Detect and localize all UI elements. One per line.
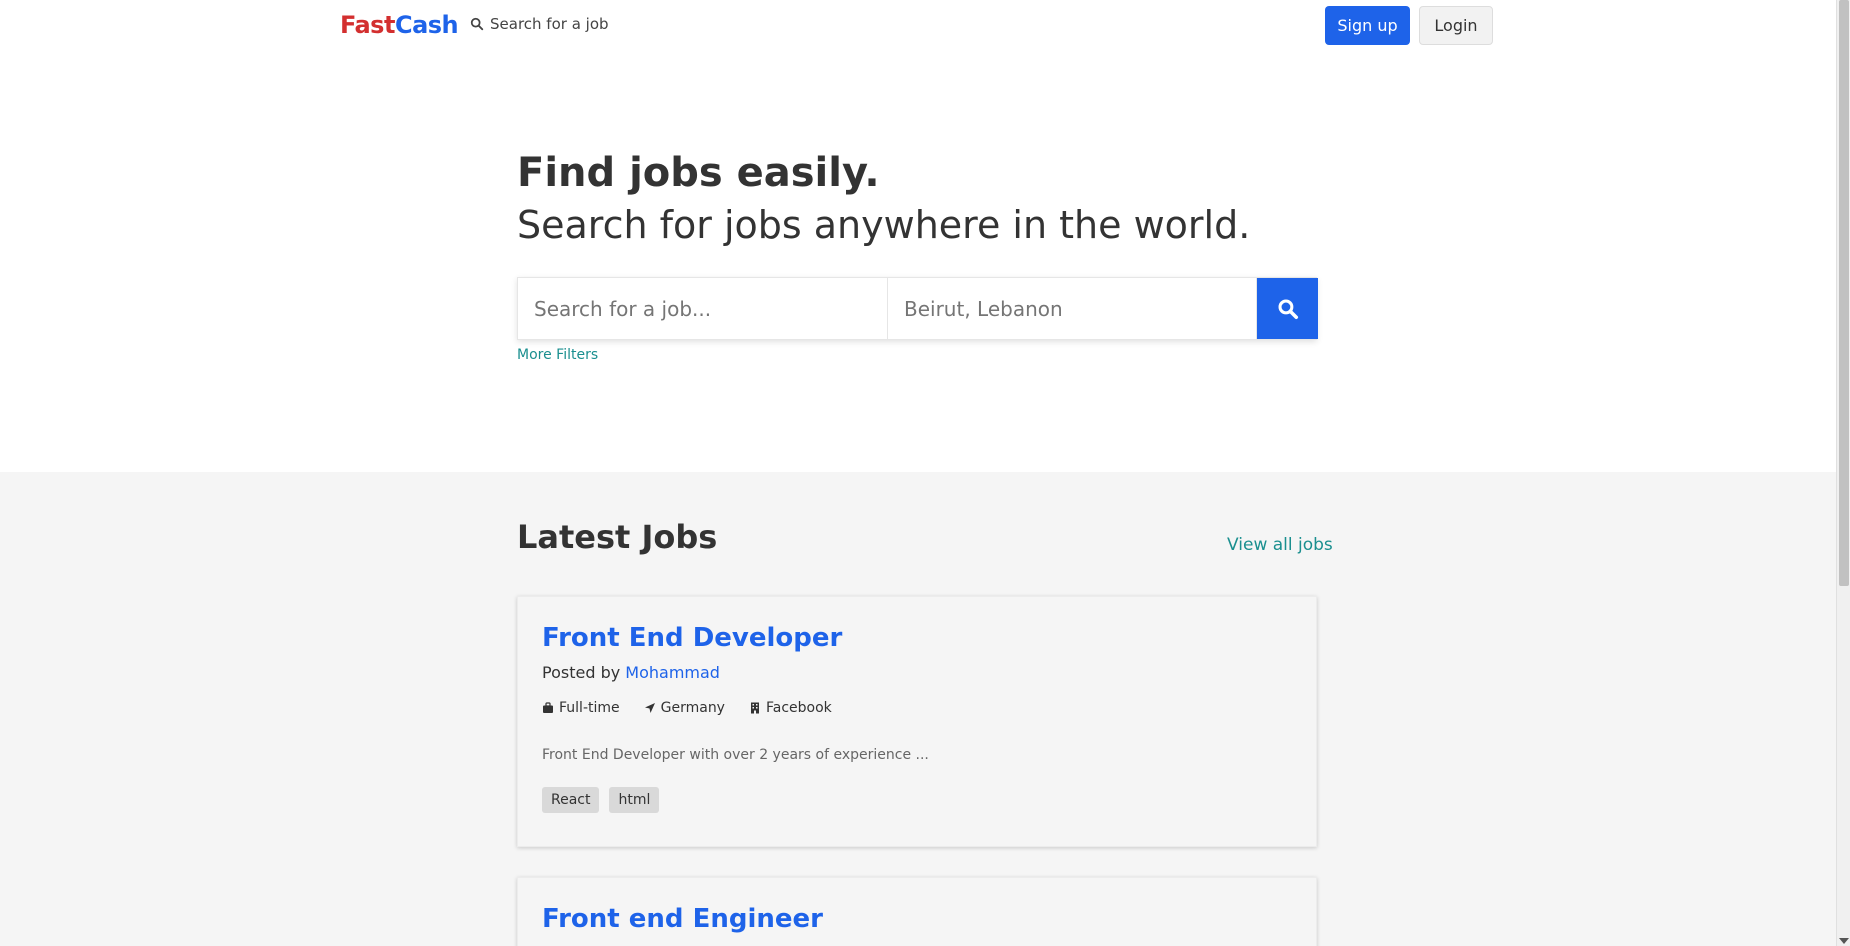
job-description: Front End Developer with over 2 years of… — [542, 747, 929, 763]
more-filters-link[interactable]: More Filters — [517, 347, 598, 363]
job-search-input[interactable] — [518, 278, 888, 339]
hero-title: Find jobs easily. — [517, 150, 880, 196]
building-icon — [750, 702, 759, 714]
posted-by-label: Posted by — [542, 663, 621, 682]
brand-logo-part1: Fast — [340, 11, 395, 39]
search-icon — [470, 17, 484, 31]
search-submit-button[interactable] — [1257, 278, 1318, 339]
search-icon — [1278, 299, 1298, 319]
nav-search-link[interactable]: Search for a job — [470, 15, 609, 33]
view-all-jobs-link[interactable]: View all jobs — [1227, 535, 1333, 555]
brand-logo-part2: Cash — [394, 11, 459, 39]
briefcase-icon — [543, 702, 553, 713]
job-tags: React html — [542, 787, 660, 813]
job-title-link[interactable]: Front end Engineer — [542, 904, 823, 934]
job-search-form — [517, 277, 1318, 340]
top-navbar: FastCash Search for a job Sign up Login — [0, 0, 1836, 50]
nav-search-label: Search for a job — [490, 15, 609, 33]
login-button[interactable]: Login — [1419, 6, 1493, 45]
job-company-label: Facebook — [765, 700, 832, 716]
location-arrow-icon — [644, 703, 655, 713]
latest-jobs-title: Latest Jobs — [517, 518, 718, 556]
brand-logo[interactable]: FastCash — [340, 11, 459, 39]
job-location-label: Germany — [660, 700, 725, 716]
job-company: Facebook — [749, 700, 832, 716]
job-meta: Full-time Germany Facebook — [542, 700, 832, 716]
page-scrollbar[interactable] — [1836, 0, 1850, 946]
job-card: Front end Engineer — [517, 877, 1317, 946]
hero-subtitle: Search for jobs anywhere in the world. — [517, 203, 1251, 247]
job-posted-by: Posted by Mohammad — [542, 663, 720, 682]
job-card: Front End Developer Posted by Mohammad F… — [517, 596, 1317, 847]
job-tag[interactable]: html — [609, 787, 660, 813]
job-title-link[interactable]: Front End Developer — [542, 623, 842, 653]
location-input[interactable] — [888, 278, 1257, 339]
job-author-link[interactable]: Mohammad — [625, 663, 720, 682]
scrollbar-thumb[interactable] — [1839, 0, 1849, 586]
scroll-down-arrow-icon[interactable] — [1839, 938, 1849, 944]
signup-button[interactable]: Sign up — [1325, 6, 1410, 45]
job-tag[interactable]: React — [542, 787, 600, 813]
job-type-label: Full-time — [559, 700, 620, 716]
job-type: Full-time — [542, 700, 620, 716]
job-location: Germany — [644, 700, 725, 716]
